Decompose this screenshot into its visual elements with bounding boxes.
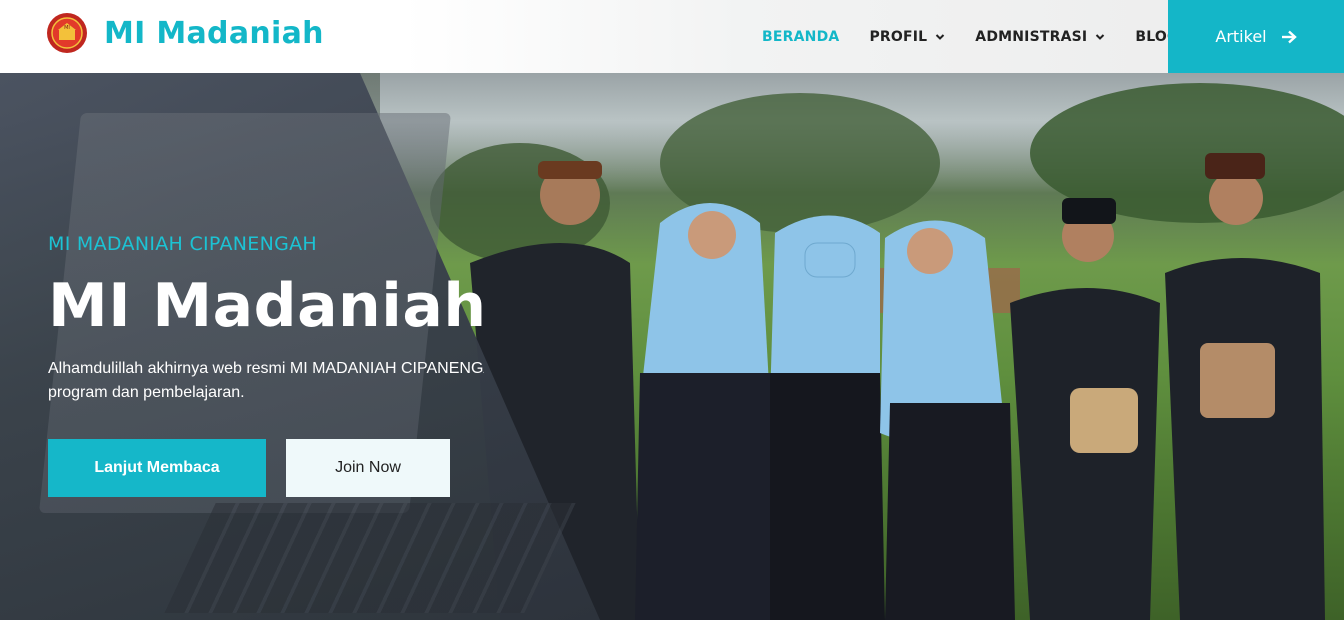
hero-description-line: program dan pembelajaran. [48, 384, 245, 401]
nav-item-profil[interactable]: PROFIL [869, 29, 945, 45]
nav-item-label: PROFIL [869, 28, 928, 45]
hero-description: Alhamdulillah akhirnya web resmi MI MADA… [48, 357, 488, 405]
hero-description-line: Alhamdulillah akhirnya web resmi MI MADA… [48, 360, 484, 377]
svg-text:MI: MI [64, 25, 70, 31]
nav-item-admnistrasi[interactable]: ADMNISTRASI [975, 29, 1105, 45]
hero-section: MI MADANIAH CIPANENGAH MI Madaniah Alham… [0, 73, 1344, 620]
chevron-down-icon [1096, 33, 1105, 40]
hero-eyebrow: MI MADANIAH CIPANENGAH [48, 233, 318, 255]
laptop-keyboard-image [164, 503, 576, 613]
nav-item-label: ADMNISTRASI [975, 28, 1088, 45]
brand-name: MI Madaniah [104, 15, 324, 51]
hero-content: MI MADANIAH CIPANENGAH MI Madaniah Alham… [48, 233, 648, 405]
nav-item-label: BERANDA [762, 28, 840, 45]
nav-item-beranda[interactable]: BERANDA [762, 29, 839, 45]
hero-title: MI Madaniah [48, 271, 487, 341]
join-now-button[interactable]: Join Now [286, 439, 450, 497]
school-emblem-icon: MI [47, 13, 87, 53]
main-nav: BERANDA PROFIL ADMNISTRASI BLOG [762, 0, 1209, 73]
artikel-button-label: Artikel [1215, 27, 1267, 46]
brand[interactable]: MI MI Madaniah [46, 12, 324, 54]
lanjut-membaca-button[interactable]: Lanjut Membaca [48, 439, 266, 497]
site-header: MI MI Madaniah BERANDA PROFIL ADMNISTRAS… [0, 0, 1344, 73]
chevron-down-icon [936, 33, 945, 40]
artikel-button[interactable]: Artikel [1168, 0, 1344, 73]
arrow-right-icon [1281, 30, 1297, 43]
hero-buttons: Lanjut Membaca Join Now [48, 439, 450, 497]
